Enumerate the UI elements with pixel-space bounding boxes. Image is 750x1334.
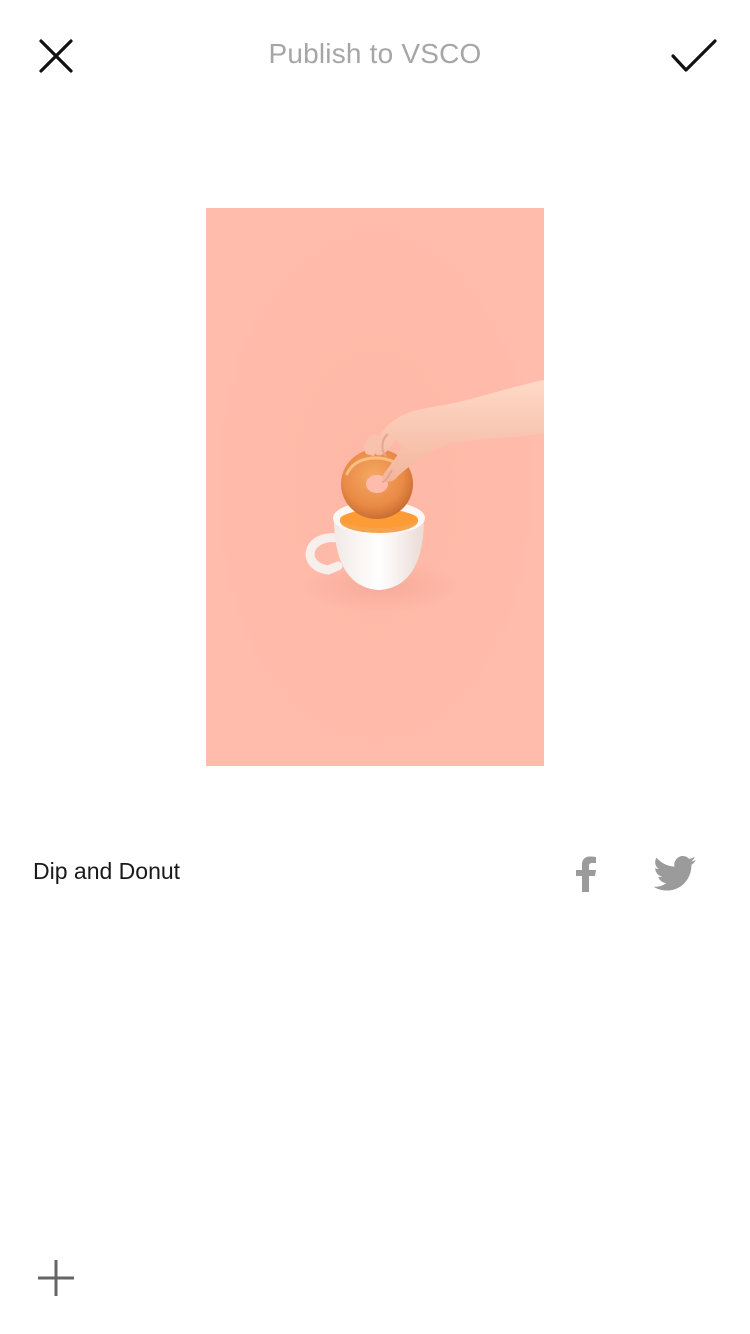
plus-icon xyxy=(38,1260,74,1296)
page-title: Publish to VSCO xyxy=(268,38,482,69)
caption-text[interactable]: Dip and Donut xyxy=(33,858,180,885)
twitter-icon xyxy=(653,856,696,891)
close-icon xyxy=(39,39,73,73)
facebook-share-button[interactable] xyxy=(566,852,606,896)
facebook-icon xyxy=(576,856,596,892)
caption-row: Dip and Donut xyxy=(0,840,750,908)
add-button[interactable] xyxy=(34,1256,78,1300)
checkmark-icon xyxy=(671,39,717,72)
close-button[interactable] xyxy=(28,28,84,84)
publish-confirm-button[interactable] xyxy=(664,28,724,84)
photo-image xyxy=(206,208,544,766)
twitter-share-button[interactable] xyxy=(650,852,700,896)
photo-preview xyxy=(206,208,544,766)
top-bar: Publish to VSCO xyxy=(0,0,750,112)
